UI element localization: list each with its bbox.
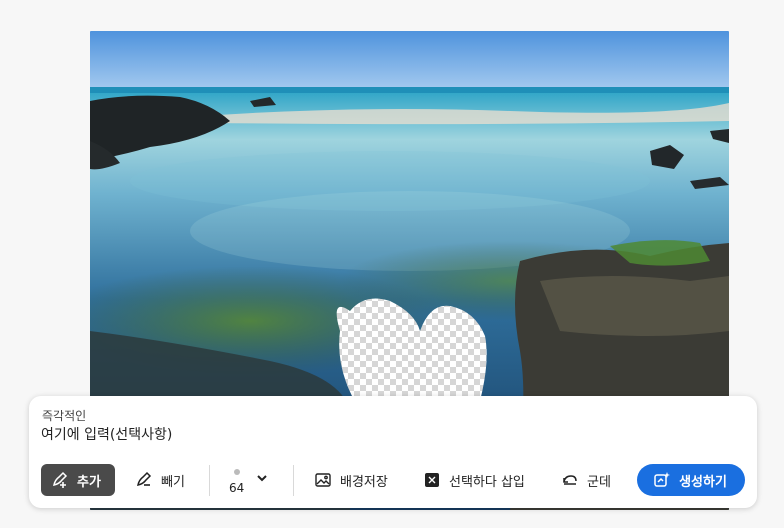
undo-button[interactable]: 군데 [561, 464, 611, 496]
sky [90, 31, 729, 93]
chevron-down-icon [255, 470, 269, 484]
prompt-input[interactable] [41, 427, 641, 443]
undo-label: 군데 [587, 474, 611, 490]
subtract-button[interactable]: 빼기 [133, 464, 185, 496]
toolbar: 추가 빼기 64 배경저장 선택하다 삽입 군데 생성하기 [29, 462, 757, 498]
divider [209, 465, 210, 496]
add-button[interactable]: 추가 [41, 464, 115, 496]
select-insert-icon [423, 471, 441, 489]
divider [293, 465, 294, 496]
subtract-label: 빼기 [161, 474, 185, 490]
save-background-label: 배경저장 [340, 474, 388, 490]
sparkle-generate-icon [653, 471, 671, 489]
select-insert-button[interactable]: 선택하다 삽입 [423, 464, 525, 496]
brush-size-dropdown[interactable]: 64 [227, 464, 271, 498]
image-icon [314, 471, 332, 489]
brush-plus-icon [51, 471, 69, 489]
brush-dot-icon [234, 469, 240, 475]
prompt-label: 즉각적인 [42, 409, 87, 423]
brush-size-value: 64 [229, 481, 245, 495]
select-insert-label: 선택하다 삽입 [449, 474, 525, 490]
undo-icon [561, 471, 579, 489]
add-label: 추가 [77, 474, 101, 490]
generate-label: 생성하기 [679, 474, 727, 490]
brush-minus-icon [135, 471, 153, 489]
generative-fill-panel: 즉각적인 추가 빼기 64 [29, 396, 757, 508]
save-background-button[interactable]: 배경저장 [314, 464, 388, 496]
generate-button[interactable]: 생성하기 [637, 464, 745, 496]
